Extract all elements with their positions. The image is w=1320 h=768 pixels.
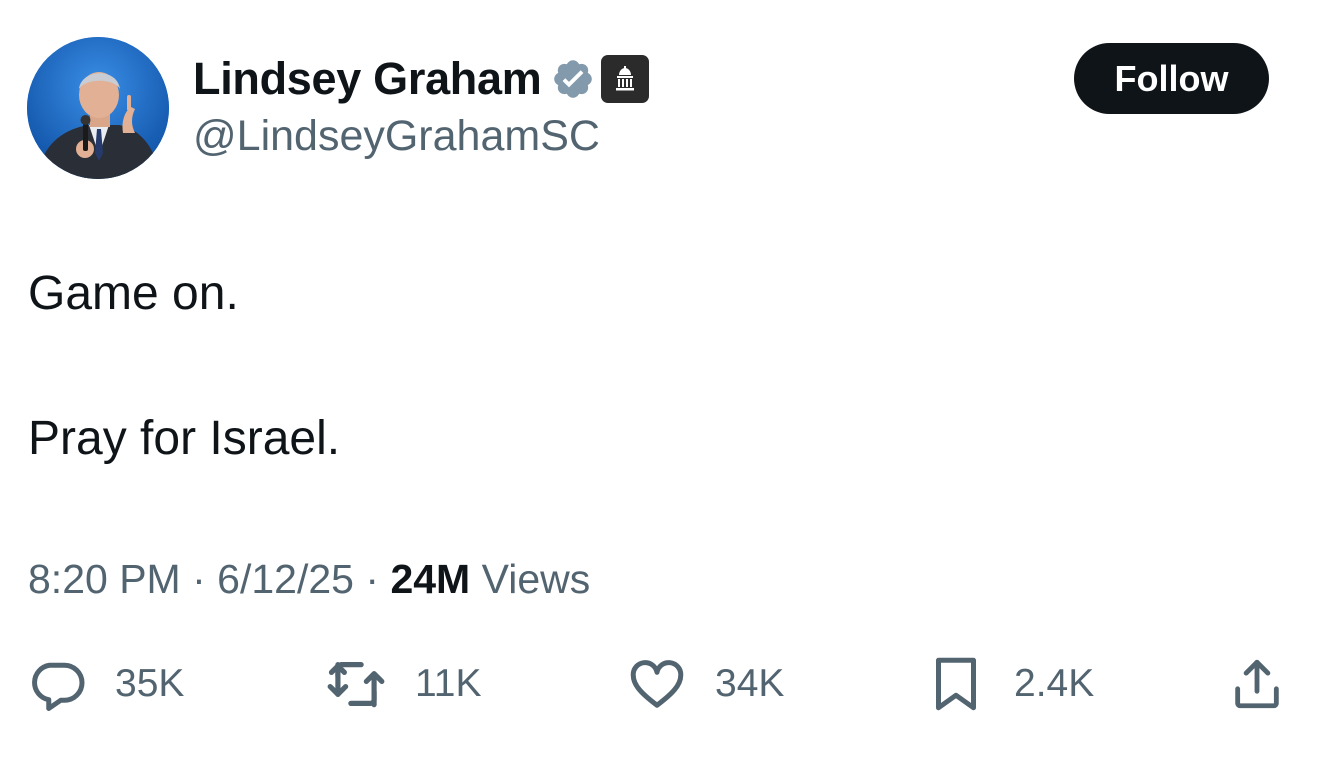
government-building-icon[interactable] [601,55,650,103]
meta-separator: · [192,556,206,602]
repost-count: 11K [415,662,482,705]
reply-button[interactable]: 35K [27,652,184,716]
like-count: 34K [715,662,785,705]
tweet-text-line: Game on. [28,267,239,320]
reply-icon [32,662,85,711]
verified-badge-icon[interactable] [551,57,595,101]
tweet-meta: 8:20 PM · 6/12/25 · 24M Views [28,556,590,603]
repost-button[interactable]: 11K [325,652,482,716]
author-display-name[interactable]: Lindsey Graham [193,53,542,105]
meta-separator: · [365,556,380,602]
like-button[interactable]: 34K [627,652,784,716]
author-handle[interactable]: @LindseyGrahamSC [193,112,600,161]
bookmark-icon [936,657,976,711]
share-icon [1235,659,1279,709]
views-label[interactable]: Views [482,556,591,602]
share-button[interactable] [1228,652,1286,716]
avatar-photo [27,37,169,179]
bookmark-count: 2.4K [1014,662,1095,705]
views-count[interactable]: 24M [390,556,470,602]
tweet-text-line: Pray for Israel. [28,412,341,465]
bookmark-button[interactable]: 2.4K [926,652,1094,716]
author-name-row: Lindsey Graham [193,52,650,106]
tweet-date[interactable]: 6/12/25 [217,556,354,602]
tweet-time[interactable]: 8:20 PM [28,556,181,602]
heart-icon [630,660,684,708]
avatar[interactable] [27,37,169,179]
repost-icon [327,662,385,708]
follow-button[interactable]: Follow [1074,43,1269,114]
reply-count: 35K [115,662,185,705]
